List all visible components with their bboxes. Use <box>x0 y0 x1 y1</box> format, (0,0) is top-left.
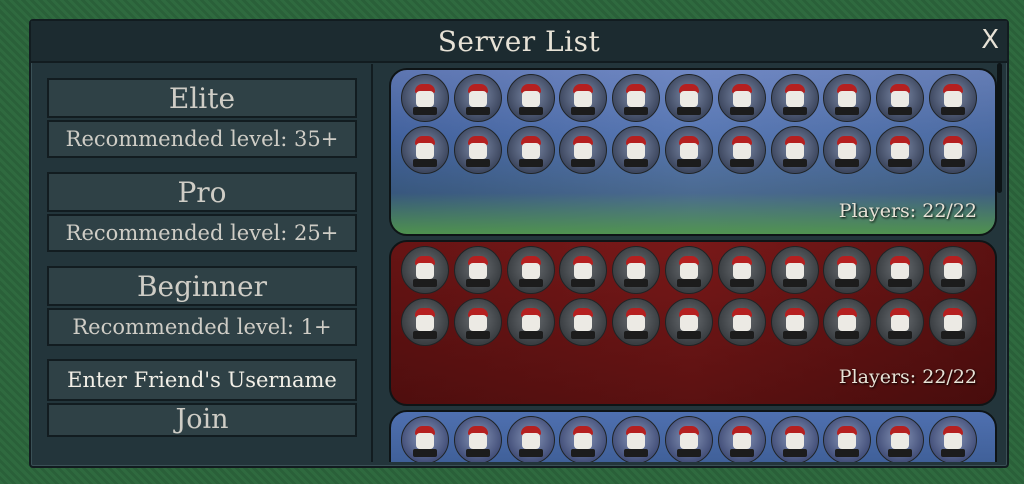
player-avatar-icon <box>823 298 872 346</box>
player-avatar-icon <box>770 416 819 462</box>
player-avatar-icon <box>401 416 449 462</box>
player-avatar-icon <box>559 298 608 346</box>
player-avatar-icon <box>929 416 977 462</box>
player-avatar-icon <box>665 246 713 294</box>
window-title: Server List <box>437 25 601 58</box>
friend-join-section: Enter Friend's Username Join <box>47 359 357 437</box>
player-avatar-icon <box>506 74 555 122</box>
player-avatar-icon <box>506 298 555 346</box>
tier-elite-button[interactable]: Elite <box>47 78 357 118</box>
player-avatar-icon <box>876 416 925 462</box>
player-avatar-icon <box>506 416 555 462</box>
player-avatar-icon <box>506 126 555 174</box>
player-avatar-icon <box>665 298 713 346</box>
player-avatar-icon <box>665 74 713 122</box>
close-button[interactable]: X <box>981 25 999 55</box>
tier-beginner-button[interactable]: Beginner <box>47 266 357 306</box>
title-bar: Server List X <box>31 21 1007 63</box>
player-avatar-icon <box>876 126 925 174</box>
player-avatar-icon <box>823 246 872 294</box>
player-avatar-icon <box>717 126 766 174</box>
tier-pro-recommended: Recommended level: 25+ <box>47 214 357 252</box>
player-avatar-icon <box>559 416 608 462</box>
tier-elite[interactable]: Elite Recommended level: 35+ <box>47 78 357 158</box>
player-avatar-icon <box>559 246 608 294</box>
player-avatar-icon <box>401 126 449 174</box>
player-avatar-icon <box>665 126 713 174</box>
player-avatar-icon <box>612 416 661 462</box>
player-avatar-icon <box>717 298 766 346</box>
tier-beginner[interactable]: Beginner Recommended level: 1+ <box>47 266 357 346</box>
player-avatar-icon <box>929 246 977 294</box>
player-avatar-icon <box>559 126 608 174</box>
friend-username-input[interactable]: Enter Friend's Username <box>47 359 357 401</box>
player-avatar-icon <box>876 298 925 346</box>
player-avatar-icon <box>612 126 661 174</box>
player-avatar-icon <box>929 298 977 346</box>
player-avatar-icon <box>876 246 925 294</box>
player-avatar-icon <box>823 126 872 174</box>
player-avatar-icon <box>453 298 502 346</box>
player-avatar-icon <box>506 246 555 294</box>
players-count: Players: 22/22 <box>838 200 977 222</box>
player-avatar-icon <box>665 416 713 462</box>
server-card[interactable]: Players: 22/22 <box>389 240 997 406</box>
player-avatar-icon <box>612 298 661 346</box>
player-avatar-icon <box>770 126 819 174</box>
player-avatar-icon <box>717 246 766 294</box>
join-button[interactable]: Join <box>47 403 357 437</box>
player-avatar-icon <box>717 416 766 462</box>
player-avatar-icon <box>453 416 502 462</box>
tier-elite-recommended: Recommended level: 35+ <box>47 120 357 158</box>
player-avatar-icon <box>401 246 449 294</box>
server-card[interactable] <box>389 410 997 462</box>
scrollbar[interactable] <box>997 63 1002 193</box>
server-list-window: Server List X Elite Recommended level: 3… <box>29 19 1009 468</box>
player-avatar-icon <box>401 74 449 122</box>
player-avatar-icon <box>559 74 608 122</box>
player-avatar-icon <box>453 126 502 174</box>
player-avatar-icon <box>612 246 661 294</box>
player-avatar-icon <box>770 74 819 122</box>
player-avatar-icon <box>823 74 872 122</box>
player-avatar-icon <box>717 74 766 122</box>
server-card[interactable]: Players: 22/22 <box>389 68 997 236</box>
player-avatar-icon <box>453 74 502 122</box>
player-avatar-icon <box>453 246 502 294</box>
player-avatar-icon <box>929 126 977 174</box>
player-avatar-icon <box>876 74 925 122</box>
player-avatar-icon <box>401 298 449 346</box>
player-avatar-icon <box>770 246 819 294</box>
server-list: Players: 22/22 Players: 22/22 <box>375 64 1005 462</box>
tier-column: Elite Recommended level: 35+ Pro Recomme… <box>33 64 373 462</box>
tier-beginner-recommended: Recommended level: 1+ <box>47 308 357 346</box>
player-avatar-icon <box>929 74 977 122</box>
player-avatar-icon <box>770 298 819 346</box>
tier-pro[interactable]: Pro Recommended level: 25+ <box>47 172 357 252</box>
player-avatar-icon <box>612 74 661 122</box>
tier-pro-button[interactable]: Pro <box>47 172 357 212</box>
player-avatar-icon <box>823 416 872 462</box>
players-count: Players: 22/22 <box>838 366 977 388</box>
